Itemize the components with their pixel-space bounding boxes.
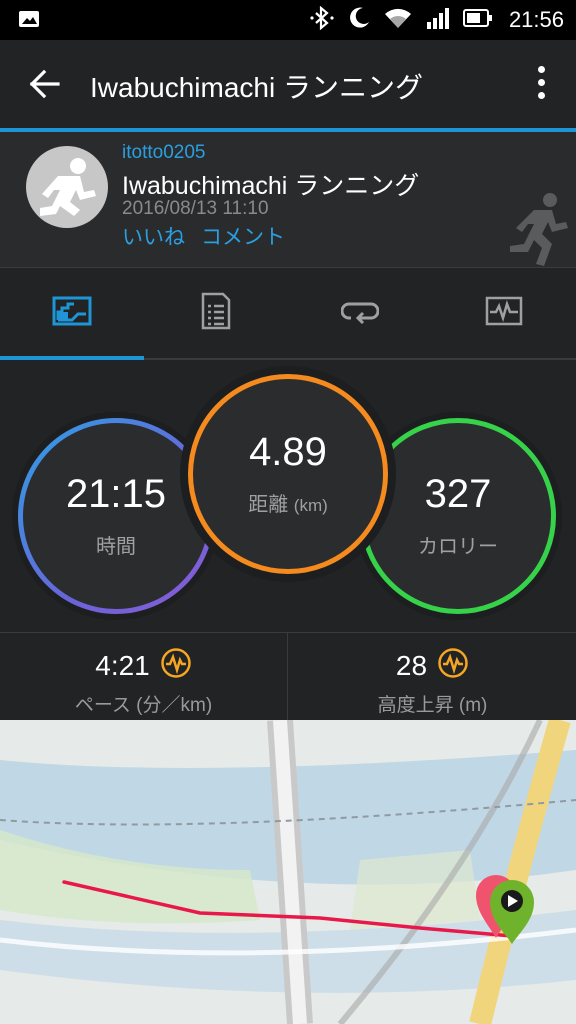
divider <box>287 633 288 721</box>
heart-chart-icon <box>485 296 523 331</box>
app-bar: Iwabuchimachi ランニング <box>0 40 576 132</box>
battery-icon <box>462 7 493 34</box>
tab-details[interactable] <box>144 268 288 358</box>
calories-value: 327 <box>424 471 492 516</box>
time-stat: 21:15 時間 <box>18 418 214 614</box>
time-label: 時間 <box>96 535 136 558</box>
activity-datetime: 2016/08/13 11:10 <box>122 198 269 219</box>
pace-chart-icon <box>160 647 192 684</box>
elevation-label: 高度上昇 <box>377 695 454 716</box>
pace-unit: (分／km) <box>136 695 213 716</box>
map-canvas <box>0 720 576 1024</box>
time-value: 21:15 <box>65 471 167 516</box>
page-title: Iwabuchimachi ランニング <box>90 72 423 103</box>
distance-value: 4.89 <box>249 429 327 474</box>
route-map[interactable] <box>0 720 576 1024</box>
activity-title: Iwabuchimachi ランニング <box>122 172 420 200</box>
pace-label: ペース <box>74 695 131 716</box>
wifi-icon <box>383 6 413 35</box>
summary-stats: 21:15 時間 327 カロリー 4.89 距離 (km) <box>0 360 576 630</box>
moon-icon <box>347 6 371 35</box>
elevation-value: 28 <box>395 649 428 681</box>
distance-unit: (km) <box>293 495 328 515</box>
elevation-unit: (m) <box>458 695 488 716</box>
like-link[interactable]: いいね <box>122 221 185 251</box>
comment-link[interactable]: コメント <box>201 221 285 251</box>
details-list-icon <box>201 292 231 335</box>
distance-label: 距離 <box>248 493 289 516</box>
tab-laps[interactable] <box>288 268 432 358</box>
elevation-chart-icon <box>437 647 469 684</box>
clock: 21:56 <box>508 7 564 32</box>
overview-chart-icon <box>52 296 92 331</box>
user-name-link[interactable]: itotto0205 <box>122 142 205 164</box>
running-activity-icon <box>508 190 572 266</box>
avatar[interactable] <box>26 146 108 228</box>
bluetooth-icon <box>309 5 335 35</box>
pace-metric[interactable]: 4:21 ペース (分／km) <box>0 633 287 721</box>
distance-stat: 4.89 距離 (km) <box>188 374 388 574</box>
tab-overview[interactable] <box>0 268 144 358</box>
calories-label: カロリー <box>418 535 498 558</box>
pace-value: 4:21 <box>95 649 150 681</box>
calories-stat: 327 カロリー <box>360 418 556 614</box>
overflow-menu-icon[interactable] <box>536 66 546 102</box>
image-icon <box>18 9 40 34</box>
signal-icon <box>425 6 451 35</box>
activity-tabs <box>0 268 576 360</box>
secondary-metrics: 4:21 ペース (分／km) 28 高度上昇 (m) <box>0 632 576 721</box>
elevation-metric[interactable]: 28 高度上昇 (m) <box>289 633 576 721</box>
status-bar: 21:56 <box>0 0 576 40</box>
back-arrow-icon[interactable] <box>28 68 62 100</box>
activity-header: itotto0205 Iwabuchimachi ランニング 2016/08/1… <box>0 132 576 268</box>
tab-charts[interactable] <box>432 268 576 358</box>
laps-loop-icon <box>340 298 380 329</box>
